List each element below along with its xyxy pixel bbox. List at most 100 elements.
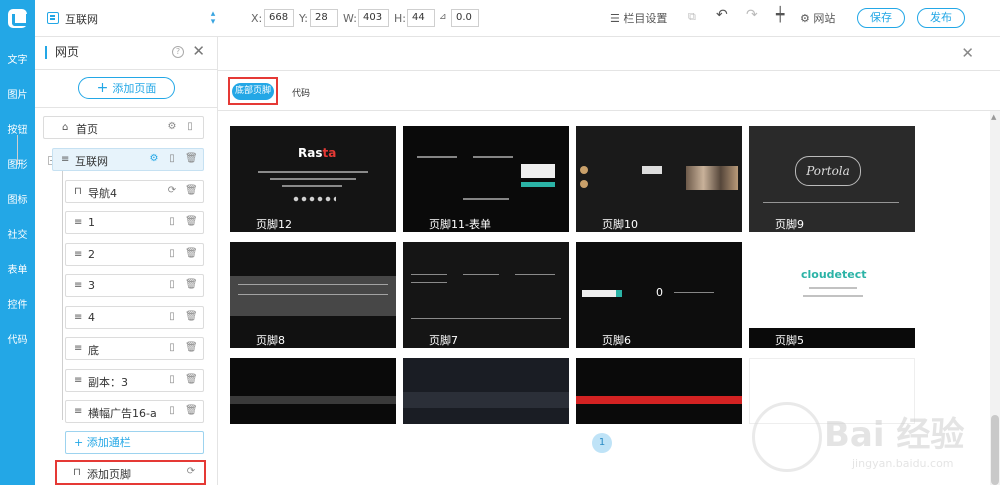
thumbnail-band: [230, 276, 396, 316]
copy-icon[interactable]: ▯: [167, 405, 177, 417]
footer-template-card[interactable]: Portola 页脚9: [749, 126, 915, 232]
h-field[interactable]: 44: [407, 9, 435, 27]
thumbnail-form: [521, 164, 555, 178]
plus-icon: +: [96, 80, 109, 96]
delete-icon[interactable]: 🗑: [185, 405, 198, 417]
app-logo-icon[interactable]: [8, 9, 29, 28]
site-selector[interactable]: 互联网 ▴ ▾: [47, 10, 217, 28]
delete-icon[interactable]: 🗑: [185, 311, 198, 323]
guide-icon[interactable]: ┿: [776, 7, 784, 23]
page-item-nav4[interactable]: ⊓ 导航4 ⟳ 🗑: [65, 180, 204, 203]
gear-icon[interactable]: ⚙: [167, 121, 177, 133]
footer-template-card[interactable]: 页脚7: [403, 242, 569, 348]
scroll-up-icon[interactable]: ▲: [991, 113, 996, 121]
delete-icon[interactable]: 🗑: [185, 342, 198, 354]
y-field[interactable]: 28: [310, 9, 338, 27]
panel-title: 网页: [45, 46, 79, 59]
footer-template-card[interactable]: 0 页脚6: [576, 242, 742, 348]
top-toolbar: 互联网 ▴ ▾ X: 668 Y: 28 W: 403 H: 44 ⊿ 0.0 ☰…: [35, 0, 1000, 37]
thumbnail-line: [417, 156, 457, 158]
footer-template-card[interactable]: [230, 358, 396, 424]
thumbnail-logo: 0: [656, 286, 663, 299]
tab-code[interactable]: 代码: [292, 86, 310, 99]
delete-icon[interactable]: 🗑: [185, 185, 198, 197]
footer-template-card[interactable]: cloudetect 页脚5: [749, 242, 915, 348]
page-item-home[interactable]: ⌂ 首页 ⚙ ▯: [43, 116, 204, 139]
menu-icon: ≡: [74, 406, 83, 417]
save-button[interactable]: 保存: [857, 8, 905, 28]
toolbar-actions: ☰ 栏目设置 ⧉ ↶ ↷ ┿ ⚙ 网站 保存 发布: [610, 6, 990, 30]
column-settings-button[interactable]: ☰ 栏目设置: [610, 10, 667, 26]
rail-item-form[interactable]: 表单: [0, 257, 35, 292]
x-field[interactable]: 668: [264, 9, 294, 27]
app-window: 文字 图片 按钮 图形 图标 社交 表单 控件 代码 互联网 ▴ ▾ X: 668…: [0, 0, 1000, 485]
page-item-4[interactable]: ≡ 4 ▯ 🗑: [65, 306, 204, 329]
footer-template-card[interactable]: 页脚8: [230, 242, 396, 348]
page-item-2[interactable]: ≡ 2 ▯ 🗑: [65, 243, 204, 266]
footer-template-card[interactable]: 页脚10: [576, 126, 742, 232]
rail-item-social[interactable]: 社交: [0, 222, 35, 257]
thumbnail-line: [238, 284, 388, 285]
scrollbar-thumb[interactable]: [991, 415, 999, 485]
gear-icon[interactable]: ⚙: [149, 153, 159, 165]
w-field[interactable]: 403: [358, 9, 389, 27]
site-settings-button[interactable]: ⚙ 网站: [800, 10, 835, 26]
publish-button[interactable]: 发布: [917, 8, 965, 28]
copy-icon[interactable]: ▯: [167, 216, 177, 228]
copy-icon[interactable]: ▯: [167, 153, 177, 165]
page-item-copy3[interactable]: ≡ 副本：3 ▯ 🗑: [65, 369, 204, 392]
add-bar-button[interactable]: + 添加通栏: [65, 431, 204, 454]
thumbnail-line: [515, 274, 555, 275]
rail-item-code[interactable]: 代码: [0, 327, 35, 362]
redo-icon[interactable]: ↷: [746, 7, 758, 23]
angle-field[interactable]: 0.0: [451, 9, 479, 27]
x-label: X:: [251, 12, 263, 25]
footer-template-card[interactable]: 页脚11-表单: [403, 126, 569, 232]
card-title: 页脚9: [775, 218, 804, 231]
thumbnail-avatar: [580, 166, 588, 174]
thumbnail-line: [763, 202, 899, 203]
refresh-icon[interactable]: ⟳: [186, 466, 196, 478]
close-icon[interactable]: ✕: [192, 42, 205, 60]
rail-item-icon[interactable]: 图标: [0, 187, 35, 222]
copy-icon[interactable]: ▯: [167, 374, 177, 386]
thumbnail-line: [238, 294, 388, 295]
add-page-button[interactable]: + 添加页面: [78, 77, 175, 99]
updown-arrow-icon: ▴ ▾: [210, 9, 216, 27]
undo-icon[interactable]: ↶: [716, 7, 728, 23]
rail-item-text[interactable]: 文字: [0, 47, 35, 82]
refresh-icon[interactable]: ⟳: [167, 185, 177, 197]
copy-icon[interactable]: ▯: [167, 248, 177, 260]
add-bar-label: 添加通栏: [86, 436, 131, 449]
footer-template-card[interactable]: [576, 358, 742, 424]
page-item-banner[interactable]: ≡ 横幅广告16-a ▯ 🗑: [65, 400, 204, 423]
copy-icon[interactable]: ▯: [167, 279, 177, 291]
thumbnail-line: [809, 287, 857, 289]
watermark-brand: Bai 经验: [824, 415, 965, 455]
page-item-internet[interactable]: ≡ 互联网 ⚙ ▯ 🗑: [52, 148, 204, 171]
delete-icon[interactable]: 🗑: [185, 248, 198, 260]
tab-bottom-footer[interactable]: 底部页脚: [232, 83, 274, 100]
page-label: 底: [88, 344, 99, 357]
pagination-page[interactable]: 1: [592, 433, 612, 453]
delete-icon[interactable]: 🗑: [185, 279, 198, 291]
page-label: 3: [88, 279, 95, 292]
copy-icon[interactable]: ▯: [167, 342, 177, 354]
copy-icon[interactable]: ▯: [167, 311, 177, 323]
help-icon[interactable]: ?: [172, 46, 184, 58]
page-item-bottom[interactable]: ≡ 底 ▯ 🗑: [65, 337, 204, 360]
page-item-1[interactable]: ≡ 1 ▯ 🗑: [65, 211, 204, 234]
footer-template-card[interactable]: Rasta 页脚12: [230, 126, 396, 232]
copy-icon[interactable]: ▯: [185, 121, 195, 133]
page-label: 首页: [76, 123, 98, 136]
rail-item-widget[interactable]: 控件: [0, 292, 35, 327]
delete-icon[interactable]: 🗑: [185, 153, 198, 165]
close-icon[interactable]: ✕: [961, 44, 974, 62]
delete-icon[interactable]: 🗑: [185, 216, 198, 228]
delete-icon[interactable]: 🗑: [185, 374, 198, 386]
page-item-3[interactable]: ≡ 3 ▯ 🗑: [65, 274, 204, 297]
footer-template-card[interactable]: [403, 358, 569, 424]
add-footer-item[interactable]: ⊓ 添加页脚 ⟳: [55, 460, 206, 485]
rail-item-image[interactable]: 图片: [0, 82, 35, 117]
copy-icon[interactable]: ⧉: [688, 10, 696, 24]
